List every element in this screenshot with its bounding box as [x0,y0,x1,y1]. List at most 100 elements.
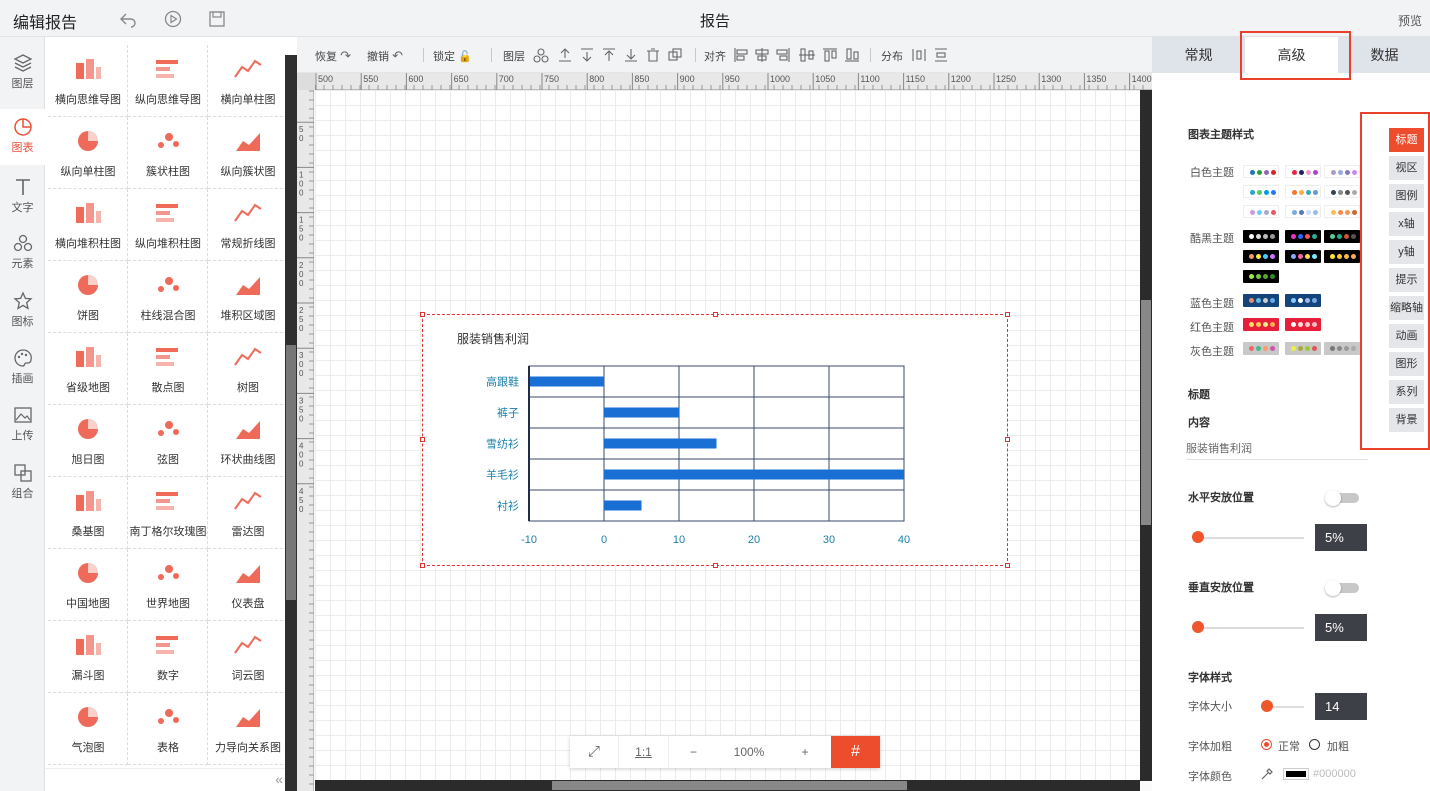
palette-item[interactable]: 雷达图 [208,477,287,549]
resize-handle[interactable] [1005,437,1010,442]
canvas-vscrollbar-thumb[interactable] [1141,300,1151,525]
theme-swatch[interactable] [1243,230,1279,243]
palette-item[interactable]: 气泡图 [48,693,128,765]
v-position-value[interactable]: 5% [1315,614,1367,641]
restore-button[interactable]: 恢复 ↷ [315,48,351,64]
theme-swatch[interactable] [1243,205,1279,218]
layer-order-icons[interactable] [533,47,689,63]
resize-handle[interactable] [420,312,425,317]
palette-item[interactable]: 簇状柱图 [128,117,208,189]
palette-item[interactable]: 堆积区域图 [208,261,287,333]
bar[interactable] [604,438,717,449]
theme-swatch[interactable] [1243,318,1279,331]
nav-group[interactable]: 组合 [0,455,45,511]
palette-item[interactable]: 横向思维导图 [48,45,128,117]
h-position-toggle[interactable] [1325,490,1359,506]
palette-item[interactable]: 省级地图 [48,333,128,405]
h-position-slider[interactable] [1196,537,1304,539]
palette-item[interactable]: 南丁格尔玫瑰图 [128,477,208,549]
v-position-slider[interactable] [1196,627,1304,629]
palette-item[interactable]: 数字 [128,621,208,693]
resize-handle[interactable] [420,563,425,568]
palette-item[interactable]: 世界地图 [128,549,208,621]
content-input[interactable]: 服装销售利润 [1186,440,1368,460]
bar[interactable] [604,469,904,480]
nav-elements[interactable]: 元素 [0,225,45,281]
palette-item[interactable]: 饼图 [48,261,128,333]
h-position-slider-knob[interactable] [1192,531,1204,543]
resize-handle[interactable] [1005,563,1010,568]
palette-item[interactable]: 环状曲线图 [208,405,287,477]
distribute-icons[interactable] [911,47,951,63]
theme-swatch[interactable] [1243,165,1279,178]
eyedropper-icon[interactable] [1260,767,1274,781]
resize-handle[interactable] [713,312,718,317]
theme-swatch[interactable] [1285,205,1321,218]
v-position-slider-knob[interactable] [1192,621,1204,633]
font-color-swatch[interactable] [1283,768,1309,780]
theme-swatch[interactable] [1285,250,1321,263]
actual-size-button[interactable]: 1:1 [618,736,668,768]
zoom-out-button[interactable]: − [668,736,718,768]
chart-widget[interactable]: 服装销售利润 -10 0 10 20 30 40 高跟鞋 裤子 雪纺衫 羊毛衫 衬衫 [422,314,1008,566]
undo-button[interactable]: 撤销 ↶ [367,48,403,64]
zoom-in-button[interactable]: + [780,736,830,768]
tab-general[interactable]: 常规 [1152,37,1245,73]
palette-item[interactable]: 纵向单柱图 [48,117,128,189]
palette-item[interactable]: 纵向簇状图 [208,117,287,189]
palette-item[interactable]: 词云图 [208,621,287,693]
theme-swatch[interactable] [1285,165,1321,178]
palette-item[interactable]: 树图 [208,333,287,405]
theme-swatch[interactable] [1324,250,1360,263]
palette-item[interactable]: 旭日图 [48,405,128,477]
palette-item[interactable]: 散点图 [128,333,208,405]
preview-button[interactable]: 预览 [1398,12,1422,29]
resize-handle[interactable] [713,563,718,568]
theme-swatch[interactable] [1243,294,1279,307]
theme-swatch[interactable] [1243,185,1279,198]
nav-charts[interactable]: 图表 [0,109,45,165]
save-icon[interactable] [208,10,226,28]
theme-swatch[interactable] [1324,205,1360,218]
palette-item[interactable]: 常规折线图 [208,189,287,261]
theme-swatch[interactable] [1243,250,1279,263]
theme-swatch[interactable] [1285,185,1321,198]
palette-scrollbar-thumb[interactable] [286,345,296,600]
palette-item[interactable]: 横向堆积柱图 [48,189,128,261]
palette-item[interactable]: 表格 [128,693,208,765]
font-size-slider-knob[interactable] [1261,700,1273,712]
palette-item[interactable]: 横向单柱图 [208,45,287,117]
radio-bold[interactable] [1309,739,1320,750]
theme-swatch[interactable] [1285,318,1321,331]
fit-screen-icon[interactable]: ⤢ [570,736,618,768]
palette-item[interactable]: 中国地图 [48,549,128,621]
align-icons[interactable] [733,47,863,63]
palette-item[interactable]: 柱线混合图 [128,261,208,333]
tab-data[interactable]: 数据 [1338,37,1430,73]
palette-item[interactable]: 弦图 [128,405,208,477]
theme-swatch[interactable] [1324,165,1360,178]
back-icon[interactable] [119,10,137,28]
resize-handle[interactable] [1005,312,1010,317]
theme-swatch[interactable] [1285,294,1321,307]
palette-item[interactable]: 纵向堆积柱图 [128,189,208,261]
nav-illustration[interactable]: 插画 [0,340,45,396]
radio-normal[interactable] [1261,739,1272,750]
nav-upload[interactable]: 上传 [0,397,45,453]
collapse-icon[interactable]: « [275,771,283,787]
canvas-hscrollbar-thumb[interactable] [552,781,907,790]
palette-item[interactable]: 仪表盘 [208,549,287,621]
bar[interactable] [604,500,642,511]
theme-swatch[interactable] [1243,270,1279,283]
grid-toggle-icon[interactable]: # [831,736,880,768]
nav-icons[interactable]: 图标 [0,283,45,339]
h-position-value[interactable]: 5% [1315,524,1367,551]
palette-item[interactable]: 力导向关系图 [208,693,287,765]
bar[interactable] [604,407,679,418]
theme-swatch[interactable] [1285,342,1321,355]
lock-button[interactable]: 锁定 🔓 [433,48,472,64]
bar[interactable] [529,376,604,387]
nav-text[interactable]: 文字 [0,169,45,225]
theme-swatch[interactable] [1285,230,1321,243]
v-position-toggle[interactable] [1325,580,1359,596]
